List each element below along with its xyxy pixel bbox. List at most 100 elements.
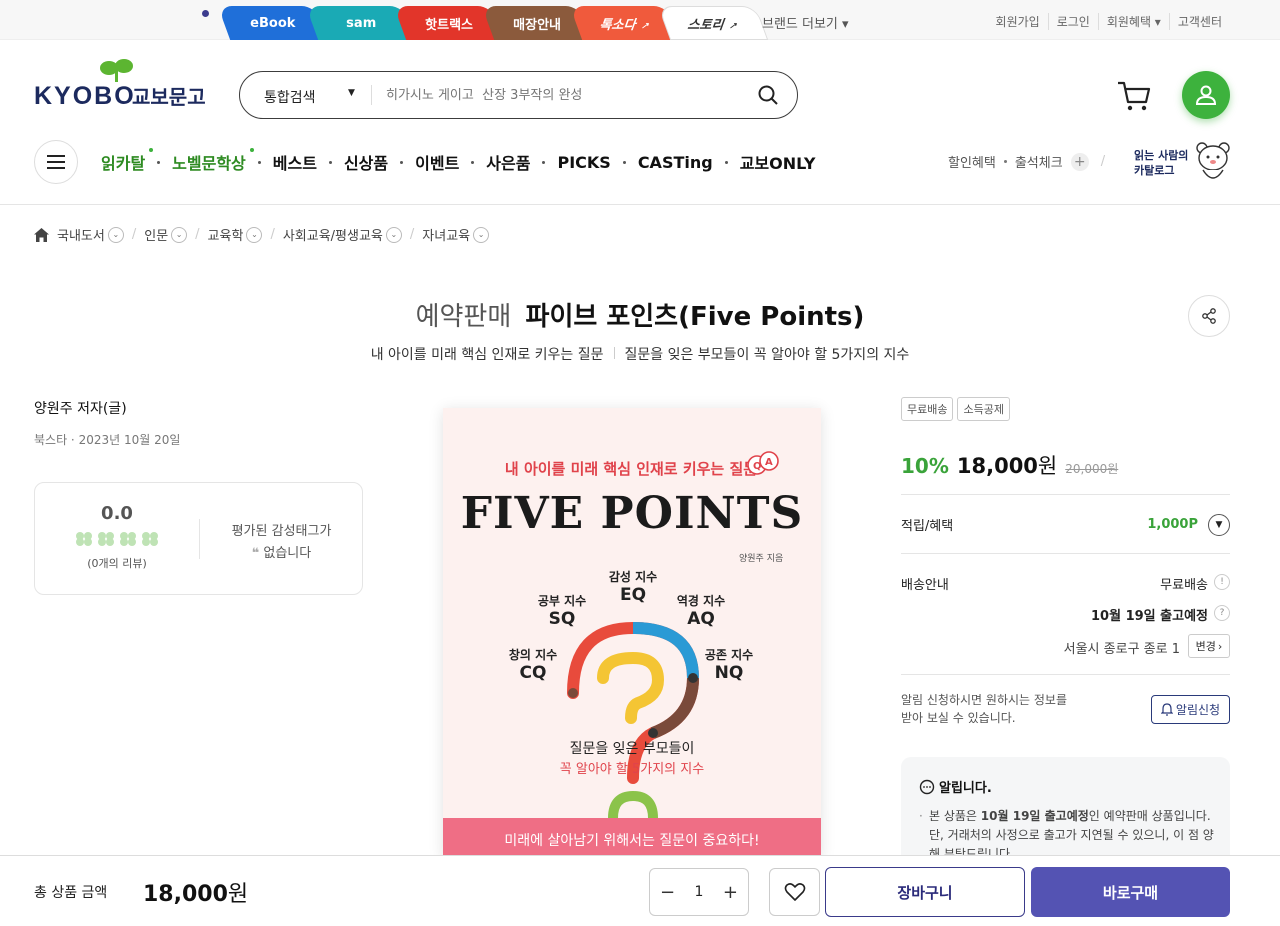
attendance-link[interactable]: 출석체크 bbox=[1015, 152, 1063, 171]
search-icon[interactable] bbox=[757, 84, 779, 106]
breadcrumb-label: 사회교육/평생교육 bbox=[282, 229, 383, 244]
change-label: 변경 bbox=[1195, 640, 1216, 653]
notice-body-text: 본 상품은 bbox=[929, 809, 981, 823]
plus-button[interactable]: + bbox=[723, 882, 738, 903]
notify-button[interactable]: 알림신청 bbox=[1151, 695, 1230, 724]
review-summary: 0.0 (0개의 리뷰) 평가된 감성태그가 ❝ 없습니다 bbox=[34, 482, 363, 595]
breadcrumb-item[interactable]: 교육학 ⌄ bbox=[208, 225, 263, 244]
quantity-value[interactable]: 1 bbox=[695, 884, 704, 900]
catalog-line1: 읽는 사람의 bbox=[1134, 149, 1189, 162]
breadcrumb-separator: / bbox=[270, 227, 275, 242]
my-page-button[interactable] bbox=[1182, 71, 1230, 119]
main-nav: 읽카탈 노벨문학상 베스트 신상품 이벤트 사은품 PICKS CASTing … bbox=[101, 148, 816, 174]
nav-bullet bbox=[471, 160, 475, 164]
quotient-abbr: AQ bbox=[687, 609, 715, 629]
tab-label: 매장안내 bbox=[513, 17, 561, 33]
member-benefits-link[interactable]: 회원혜택 ▾ bbox=[1097, 13, 1169, 30]
plus-icon[interactable]: + bbox=[1070, 152, 1089, 171]
points-value: 1,000P bbox=[1147, 517, 1198, 532]
nav-item-picks[interactable]: PICKS bbox=[557, 153, 610, 172]
expand-points-button[interactable]: ▼ bbox=[1208, 514, 1230, 536]
sale-price-amount: 18,000 bbox=[956, 454, 1038, 478]
new-dot bbox=[249, 148, 254, 152]
subtitle-part1: 내 아이를 미래 핵심 인재로 키우는 질문 bbox=[370, 347, 604, 363]
svg-text:A: A bbox=[765, 457, 773, 468]
review-count: (0개의 리뷰) bbox=[87, 557, 147, 570]
bell-icon bbox=[1160, 703, 1173, 716]
info-icon[interactable]: ! bbox=[1214, 574, 1230, 590]
external-link-icon: ↗ bbox=[639, 21, 651, 32]
menu-button[interactable] bbox=[34, 140, 78, 184]
nav-item-casting[interactable]: CASTing bbox=[638, 153, 713, 172]
nav-item-event[interactable]: 이벤트 bbox=[415, 150, 459, 174]
search-bar: 통합검색 ▼ bbox=[239, 71, 798, 119]
original-price: 20,000원 bbox=[1065, 462, 1119, 476]
cover-question-line1: 질문을 잊은 부모들이 bbox=[569, 741, 695, 757]
minus-button[interactable]: − bbox=[660, 882, 675, 903]
nav-item-new[interactable]: 신상품 bbox=[344, 150, 388, 174]
change-address-button[interactable]: 변경 › bbox=[1188, 634, 1230, 658]
author[interactable]: 양원주 저자(글) bbox=[34, 398, 127, 418]
notice-title-text: 알립니다. bbox=[939, 781, 992, 796]
login-link[interactable]: 로그인 bbox=[1047, 13, 1098, 30]
home-icon[interactable] bbox=[34, 227, 49, 242]
breadcrumb-label: 교육학 bbox=[207, 229, 244, 244]
breadcrumb-separator: / bbox=[131, 227, 137, 242]
subtitle-part2: 질문을 잊은 부모들이 꼭 알아야 할 5가지의 지수 bbox=[624, 347, 910, 363]
notify-line2: 받아 보실 수 있습니다. bbox=[901, 711, 1016, 725]
quotient-eq: 감성 지수 EQ bbox=[603, 568, 663, 605]
chevron-down-icon: ⌄ bbox=[171, 226, 188, 243]
emotion-tag-text: 평가된 감성태그가 bbox=[231, 524, 332, 539]
help-icon[interactable]: ? bbox=[1214, 605, 1230, 621]
tab-story[interactable]: 스토리↗ bbox=[657, 6, 769, 40]
chevron-down-icon: ▼ bbox=[1215, 520, 1223, 530]
nav-bullet bbox=[542, 160, 546, 164]
breadcrumb-item[interactable]: 자녀교육 ⌄ bbox=[422, 225, 490, 244]
divider bbox=[901, 494, 1230, 495]
share-button[interactable] bbox=[1188, 295, 1230, 337]
top-bar: eBook sam 핫트랙스 매장안내 톡소다↗ 스토리↗ 브랜드 더보기 ▾ … bbox=[0, 0, 1280, 40]
nav-item-best[interactable]: 베스트 bbox=[273, 150, 317, 174]
emotion-tag-empty: 없습니다 bbox=[263, 546, 312, 561]
search-category-select[interactable]: 통합검색 bbox=[264, 87, 316, 107]
logo[interactable]: KYOBO 교보문고 bbox=[34, 56, 214, 110]
nav-item-catalog[interactable]: 읽카탈 bbox=[101, 148, 154, 174]
external-link-icon: ↗ bbox=[727, 21, 739, 32]
notify-description: 알림 신청하시면 원하시는 정보를 받아 보실 수 있습니다. bbox=[901, 691, 1101, 727]
clover-icon bbox=[76, 532, 92, 546]
divider bbox=[901, 674, 1230, 675]
nav-item-gift[interactable]: 사은품 bbox=[486, 150, 530, 174]
notify-line1: 알림 신청하시면 원하시는 정보를 bbox=[901, 693, 1068, 707]
badge-free-shipping: 무료배송 bbox=[901, 397, 954, 421]
nav-item-kyobo-only[interactable]: 교보ONLY bbox=[740, 150, 816, 174]
review-score: 0.0 bbox=[101, 503, 133, 524]
search-input[interactable] bbox=[386, 83, 746, 107]
indicator-dot bbox=[202, 10, 209, 17]
buy-now-button[interactable]: 바로구매 bbox=[1031, 867, 1230, 917]
catalog-banner[interactable]: 읽는 사람의 카탈로그 bbox=[1134, 148, 1188, 178]
quotient-name: 감성 지수 bbox=[608, 570, 658, 584]
cart-icon[interactable] bbox=[1116, 80, 1152, 112]
delivery-address: 서울시 종로구 종로 1 bbox=[1063, 642, 1180, 657]
caret-down-icon: ▼ bbox=[348, 88, 355, 98]
cover-top-line: 내 아이를 미래 핵심 인재로 키우는 질문 bbox=[504, 460, 758, 478]
breadcrumb-item[interactable]: 사회교육/평생교육 ⌄ bbox=[283, 225, 402, 244]
signup-link[interactable]: 회원가입 bbox=[988, 13, 1048, 30]
shipping-type: 무료배송 bbox=[1160, 578, 1208, 593]
customer-center-link[interactable]: 고객센터 bbox=[1168, 13, 1230, 30]
breadcrumb-item[interactable]: 국내도서 ⌄ bbox=[57, 225, 124, 244]
quotient-abbr: SQ bbox=[548, 609, 576, 629]
breadcrumb-item[interactable]: 인문 ⌄ bbox=[144, 225, 188, 244]
quotient-nq: 공존 지수 NQ bbox=[699, 646, 759, 683]
discount-link[interactable]: 할인혜택 bbox=[948, 152, 996, 171]
add-to-cart-button[interactable]: 장바구니 bbox=[825, 867, 1025, 917]
chevron-down-icon: ⌄ bbox=[473, 226, 490, 243]
notify-button-label: 알림신청 bbox=[1175, 703, 1221, 717]
brand-more-dropdown[interactable]: 브랜드 더보기 ▾ bbox=[762, 13, 849, 32]
leaf-logo-icon bbox=[100, 59, 133, 82]
wishlist-button[interactable] bbox=[769, 868, 820, 916]
emotion-tag-text: ❝ 없습니다 bbox=[199, 542, 364, 561]
breadcrumb: 국내도서 ⌄ / 인문 ⌄ / 교육학 ⌄ / 사회교육/평생교육 ⌄ / 자녀교육 ⌄ bbox=[34, 225, 490, 244]
nav-item-nobel[interactable]: 노벨문학상 bbox=[172, 148, 254, 174]
book-cover[interactable]: 내 아이를 미래 핵심 인재로 키우는 질문 Q A FIVE POINTS 양… bbox=[443, 408, 821, 858]
